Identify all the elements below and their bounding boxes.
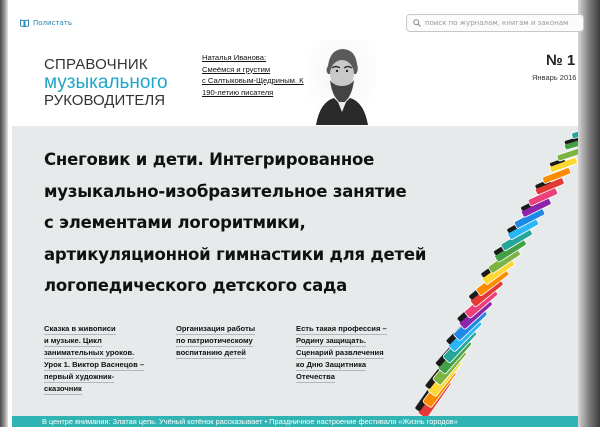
feature-headline[interactable]: Снеговик и дети. Интегрированное музыкал… xyxy=(44,144,427,302)
browse-button[interactable]: Полистать xyxy=(20,19,72,27)
search-input[interactable] xyxy=(425,19,575,27)
article-title-line: сказочник xyxy=(44,384,82,395)
headline-line: с элементами логоритмики, xyxy=(44,213,306,232)
article-title-line: и музыке. Цикл xyxy=(44,336,102,347)
magazine-logo[interactable]: СПРАВОЧНИК музыкального РУКОВОДИТЕЛЯ xyxy=(44,57,168,108)
article-link[interactable]: Сказка в живописи и музыке. Цикл занимат… xyxy=(44,323,145,395)
logo-line-1: СПРАВОЧНИК xyxy=(44,56,148,73)
article-title-line: Организация работы xyxy=(176,324,256,335)
right-page-shadow xyxy=(578,0,600,427)
announcement-line: Наталья Иванова: xyxy=(202,53,267,62)
article-title-line: Сценарий развлечения xyxy=(296,348,384,359)
book-icon xyxy=(20,19,29,27)
issue-number: № 1 xyxy=(546,52,576,69)
announcement-line: Смеёмся и грустим xyxy=(202,64,271,74)
search-box[interactable] xyxy=(406,14,584,32)
article-title-line: занимательных уроков. xyxy=(44,348,135,359)
news-ticker[interactable]: В центре внимания: Златая цепь. Учёный к… xyxy=(12,416,578,427)
article-link[interactable]: Организация работы по патриотическому во… xyxy=(176,323,256,359)
search-icon xyxy=(413,19,421,27)
article-title-line: первый художник- xyxy=(44,372,115,383)
headline-line: логопедического детского сада xyxy=(44,276,348,295)
article-title-line: ко Дню Защитника xyxy=(296,360,367,371)
announcement-line: 190-летию писателя xyxy=(202,87,274,97)
issue-date: Январь 2016 xyxy=(532,73,577,82)
headline-line: артикуляционной гимнастики для детей xyxy=(44,244,427,264)
article-title-line: Сказка в живописи xyxy=(44,324,116,335)
browse-label: Полистать xyxy=(33,19,72,27)
announcement-link[interactable]: Наталья Иванова: Смеёмся и грустим с Сал… xyxy=(202,52,314,98)
article-title-line: Есть такая профессия – xyxy=(296,324,387,335)
article-link[interactable]: Есть такая профессия – Родину защищать. … xyxy=(296,323,387,383)
article-title-line: Родину защищать. xyxy=(296,336,367,347)
writer-portrait-image[interactable] xyxy=(308,40,376,125)
headline-line: музыкально-изобразительное занятие xyxy=(44,181,407,201)
headline-line: Снеговик и дети. Интегрированное xyxy=(44,150,375,169)
article-title-line: Урок 1. Виктор Васнецов – xyxy=(44,360,145,371)
feature-banner[interactable]: Снеговик и дети. Интегрированное музыкал… xyxy=(12,126,578,416)
logo-line-2: музыкального xyxy=(44,72,168,93)
article-title-line: по патриотическому xyxy=(176,336,253,347)
colorful-piano-keys-image xyxy=(415,126,578,416)
left-page-shadow xyxy=(0,0,8,427)
article-title-line: Отечества xyxy=(296,372,335,383)
logo-line-3: РУКОВОДИТЕЛЯ xyxy=(44,92,166,109)
magazine-page: Полистать СПРАВОЧНИК музыкального РУКОВО… xyxy=(8,0,584,427)
announcement-line: с Салтыковым-Щедриным. К xyxy=(202,76,304,85)
article-title-line: воспитанию детей xyxy=(176,348,246,359)
